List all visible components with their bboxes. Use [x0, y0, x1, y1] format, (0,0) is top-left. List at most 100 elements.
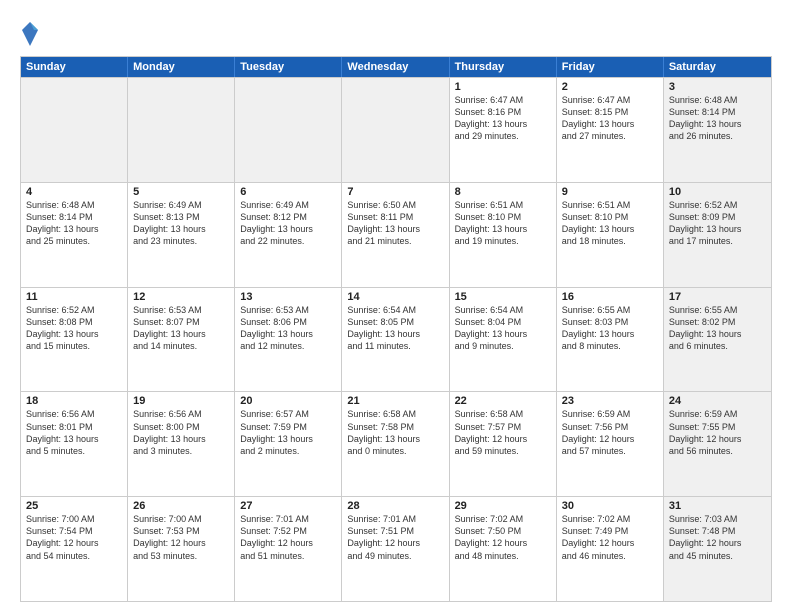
daylight-minutes-text: and 17 minutes. [669, 235, 766, 247]
day-number: 14 [347, 291, 443, 303]
calendar-cell-20: 20Sunrise: 6:57 AMSunset: 7:59 PMDayligh… [235, 392, 342, 496]
sunset-text: Sunset: 8:01 PM [26, 421, 122, 433]
calendar-cell-25: 25Sunrise: 7:00 AMSunset: 7:54 PMDayligh… [21, 497, 128, 601]
day-number: 23 [562, 395, 658, 407]
day-number: 2 [562, 81, 658, 93]
sunset-text: Sunset: 7:59 PM [240, 421, 336, 433]
header [20, 16, 772, 48]
sunrise-text: Sunrise: 6:49 AM [133, 199, 229, 211]
calendar-cell-2: 2Sunrise: 6:47 AMSunset: 8:15 PMDaylight… [557, 78, 664, 182]
sunrise-text: Sunrise: 6:52 AM [669, 199, 766, 211]
calendar-cell-8: 8Sunrise: 6:51 AMSunset: 8:10 PMDaylight… [450, 183, 557, 287]
daylight-minutes-text: and 29 minutes. [455, 130, 551, 142]
calendar-row-4: 18Sunrise: 6:56 AMSunset: 8:01 PMDayligh… [21, 391, 771, 496]
calendar-cell-23: 23Sunrise: 6:59 AMSunset: 7:56 PMDayligh… [557, 392, 664, 496]
sunrise-text: Sunrise: 6:55 AM [562, 304, 658, 316]
calendar-cell-13: 13Sunrise: 6:53 AMSunset: 8:06 PMDayligh… [235, 288, 342, 392]
calendar-cell-empty-0-2 [235, 78, 342, 182]
sunset-text: Sunset: 7:51 PM [347, 525, 443, 537]
sunset-text: Sunset: 8:12 PM [240, 211, 336, 223]
daylight-minutes-text: and 45 minutes. [669, 550, 766, 562]
day-number: 20 [240, 395, 336, 407]
daylight-hours-text: Daylight: 13 hours [133, 328, 229, 340]
daylight-hours-text: Daylight: 13 hours [455, 118, 551, 130]
day-number: 8 [455, 186, 551, 198]
day-number: 26 [133, 500, 229, 512]
daylight-minutes-text: and 26 minutes. [669, 130, 766, 142]
calendar-cell-9: 9Sunrise: 6:51 AMSunset: 8:10 PMDaylight… [557, 183, 664, 287]
sunrise-text: Sunrise: 7:00 AM [26, 513, 122, 525]
day-number: 5 [133, 186, 229, 198]
day-number: 28 [347, 500, 443, 512]
weekday-header-saturday: Saturday [664, 57, 771, 77]
calendar-cell-11: 11Sunrise: 6:52 AMSunset: 8:08 PMDayligh… [21, 288, 128, 392]
daylight-hours-text: Daylight: 13 hours [455, 223, 551, 235]
daylight-minutes-text: and 48 minutes. [455, 550, 551, 562]
calendar-cell-17: 17Sunrise: 6:55 AMSunset: 8:02 PMDayligh… [664, 288, 771, 392]
day-number: 11 [26, 291, 122, 303]
sunrise-text: Sunrise: 6:53 AM [133, 304, 229, 316]
sunrise-text: Sunrise: 6:49 AM [240, 199, 336, 211]
sunrise-text: Sunrise: 6:51 AM [562, 199, 658, 211]
sunset-text: Sunset: 7:49 PM [562, 525, 658, 537]
day-number: 30 [562, 500, 658, 512]
daylight-hours-text: Daylight: 12 hours [347, 537, 443, 549]
daylight-minutes-text: and 56 minutes. [669, 445, 766, 457]
day-number: 1 [455, 81, 551, 93]
daylight-hours-text: Daylight: 13 hours [240, 328, 336, 340]
sunrise-text: Sunrise: 7:01 AM [347, 513, 443, 525]
daylight-minutes-text: and 5 minutes. [26, 445, 122, 457]
sunset-text: Sunset: 8:06 PM [240, 316, 336, 328]
daylight-hours-text: Daylight: 12 hours [669, 433, 766, 445]
daylight-hours-text: Daylight: 12 hours [133, 537, 229, 549]
sunset-text: Sunset: 7:53 PM [133, 525, 229, 537]
daylight-minutes-text: and 12 minutes. [240, 340, 336, 352]
calendar-row-2: 4Sunrise: 6:48 AMSunset: 8:14 PMDaylight… [21, 182, 771, 287]
calendar-cell-16: 16Sunrise: 6:55 AMSunset: 8:03 PMDayligh… [557, 288, 664, 392]
daylight-hours-text: Daylight: 12 hours [669, 537, 766, 549]
calendar-cell-4: 4Sunrise: 6:48 AMSunset: 8:14 PMDaylight… [21, 183, 128, 287]
page: SundayMondayTuesdayWednesdayThursdayFrid… [0, 0, 792, 612]
sunrise-text: Sunrise: 7:00 AM [133, 513, 229, 525]
sunrise-text: Sunrise: 6:48 AM [669, 94, 766, 106]
calendar-row-3: 11Sunrise: 6:52 AMSunset: 8:08 PMDayligh… [21, 287, 771, 392]
calendar-cell-18: 18Sunrise: 6:56 AMSunset: 8:01 PMDayligh… [21, 392, 128, 496]
day-number: 12 [133, 291, 229, 303]
daylight-minutes-text: and 57 minutes. [562, 445, 658, 457]
daylight-minutes-text: and 54 minutes. [26, 550, 122, 562]
daylight-hours-text: Daylight: 13 hours [669, 223, 766, 235]
calendar-cell-6: 6Sunrise: 6:49 AMSunset: 8:12 PMDaylight… [235, 183, 342, 287]
daylight-minutes-text: and 8 minutes. [562, 340, 658, 352]
daylight-hours-text: Daylight: 13 hours [240, 223, 336, 235]
day-number: 10 [669, 186, 766, 198]
sunset-text: Sunset: 7:55 PM [669, 421, 766, 433]
calendar-body: 1Sunrise: 6:47 AMSunset: 8:16 PMDaylight… [21, 77, 771, 601]
day-number: 17 [669, 291, 766, 303]
sunrise-text: Sunrise: 7:01 AM [240, 513, 336, 525]
daylight-minutes-text: and 15 minutes. [26, 340, 122, 352]
sunrise-text: Sunrise: 6:52 AM [26, 304, 122, 316]
sunset-text: Sunset: 8:10 PM [562, 211, 658, 223]
weekday-header-friday: Friday [557, 57, 664, 77]
sunset-text: Sunset: 8:04 PM [455, 316, 551, 328]
calendar-cell-24: 24Sunrise: 6:59 AMSunset: 7:55 PMDayligh… [664, 392, 771, 496]
calendar-cell-29: 29Sunrise: 7:02 AMSunset: 7:50 PMDayligh… [450, 497, 557, 601]
sunrise-text: Sunrise: 6:57 AM [240, 408, 336, 420]
sunrise-text: Sunrise: 7:03 AM [669, 513, 766, 525]
sunrise-text: Sunrise: 6:56 AM [133, 408, 229, 420]
calendar-cell-1: 1Sunrise: 6:47 AMSunset: 8:16 PMDaylight… [450, 78, 557, 182]
sunrise-text: Sunrise: 7:02 AM [455, 513, 551, 525]
weekday-header-wednesday: Wednesday [342, 57, 449, 77]
sunrise-text: Sunrise: 6:47 AM [455, 94, 551, 106]
calendar-cell-21: 21Sunrise: 6:58 AMSunset: 7:58 PMDayligh… [342, 392, 449, 496]
sunset-text: Sunset: 8:10 PM [455, 211, 551, 223]
sunset-text: Sunset: 7:54 PM [26, 525, 122, 537]
sunset-text: Sunset: 8:05 PM [347, 316, 443, 328]
calendar-cell-14: 14Sunrise: 6:54 AMSunset: 8:05 PMDayligh… [342, 288, 449, 392]
daylight-minutes-text: and 25 minutes. [26, 235, 122, 247]
sunrise-text: Sunrise: 6:55 AM [669, 304, 766, 316]
daylight-minutes-text: and 21 minutes. [347, 235, 443, 247]
calendar-cell-10: 10Sunrise: 6:52 AMSunset: 8:09 PMDayligh… [664, 183, 771, 287]
sunrise-text: Sunrise: 6:56 AM [26, 408, 122, 420]
sunset-text: Sunset: 7:48 PM [669, 525, 766, 537]
